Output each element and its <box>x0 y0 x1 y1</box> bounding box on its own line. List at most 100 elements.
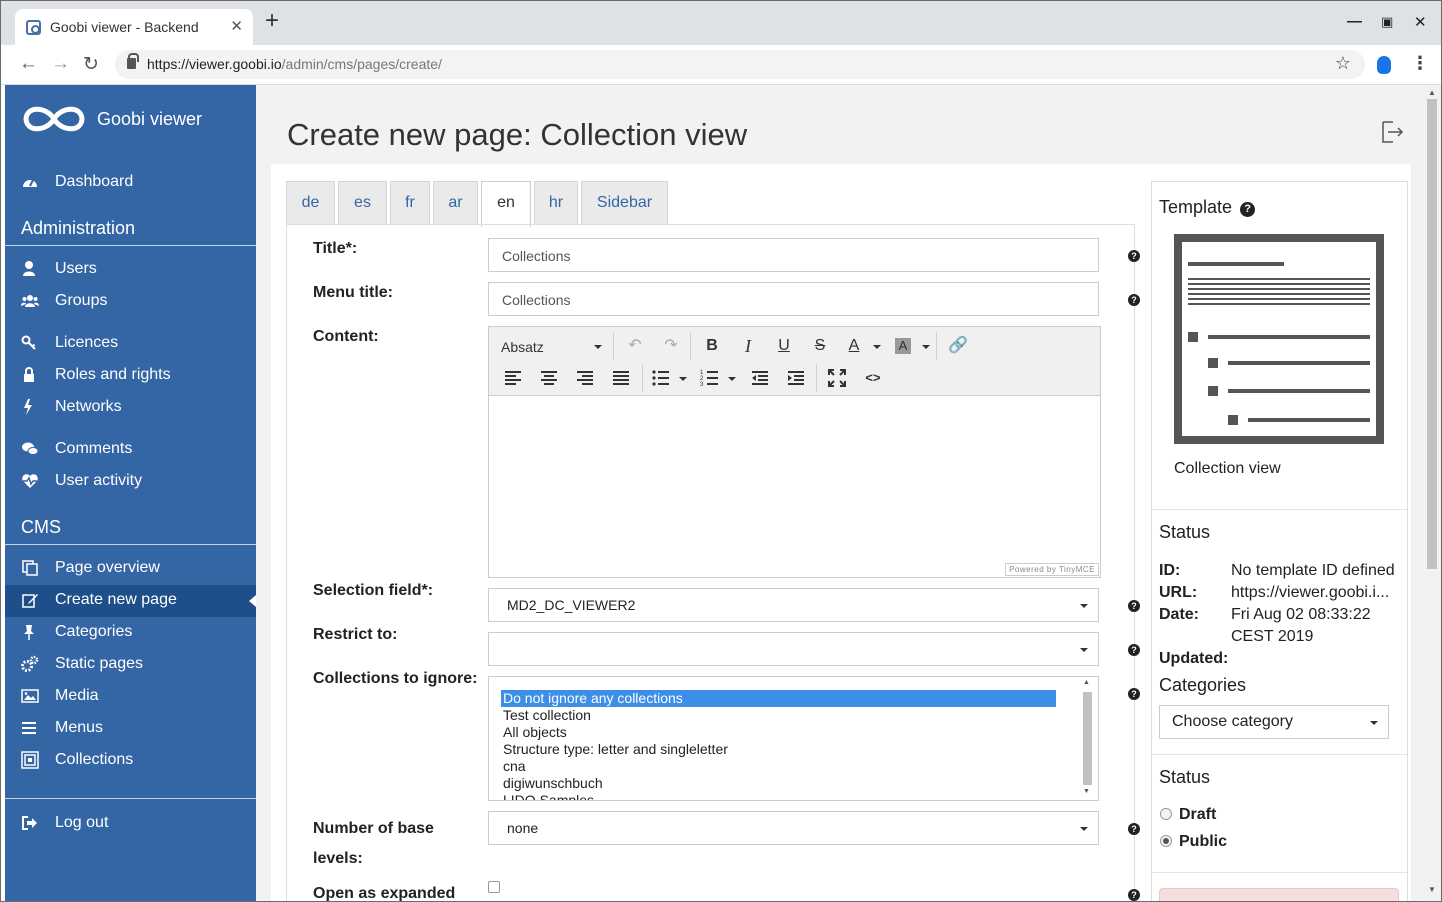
exit-fullscreen-icon[interactable] <box>1380 120 1404 144</box>
bullet-list-icon[interactable] <box>650 367 672 389</box>
link-icon[interactable]: 🔗 <box>947 335 969 357</box>
align-justify-icon[interactable] <box>610 367 632 389</box>
tab-de[interactable]: de <box>286 181 335 225</box>
sidebar-item-categories[interactable]: Categories <box>5 617 256 649</box>
title-help-icon[interactable]: ? <box>1128 250 1140 262</box>
expanded-help-icon[interactable]: ? <box>1128 889 1140 901</box>
close-window-icon[interactable]: ✕ <box>1414 13 1427 31</box>
ignore-help-icon[interactable]: ? <box>1128 688 1140 700</box>
scroll-up-icon[interactable]: ▲ <box>1428 88 1436 97</box>
page-scrollbar[interactable]: ▲ ▼ <box>1423 85 1441 901</box>
selection-field-select[interactable]: MD2_DC_VIEWER2 <box>488 588 1099 622</box>
sidebar-item-dashboard[interactable]: Dashboard <box>5 167 256 199</box>
list-item[interactable]: Do not ignore any collections <box>501 690 1056 707</box>
sidebar-item-user-activity[interactable]: User activity <box>5 466 256 498</box>
outdent-icon[interactable] <box>749 367 771 389</box>
text-color-icon[interactable]: A <box>843 335 865 357</box>
numbered-list-icon[interactable]: 123 <box>699 367 721 389</box>
tab-es[interactable]: es <box>338 181 387 225</box>
sidebar-item-page-overview[interactable]: Page overview <box>5 553 256 585</box>
forward-icon[interactable]: → <box>51 53 70 75</box>
tab-fr[interactable]: fr <box>390 181 430 225</box>
url-value[interactable]: https://viewer.goobi.i... <box>1231 584 1389 602</box>
strikethrough-icon[interactable]: S <box>809 335 831 357</box>
sidebar-item-collections[interactable]: Collections <box>5 745 256 777</box>
template-thumbnail[interactable] <box>1174 234 1384 444</box>
scroll-up-icon[interactable]: ▲ <box>1083 679 1090 686</box>
align-left-icon[interactable] <box>502 367 524 389</box>
address-bar[interactable]: https://viewer.goobi.io/admin/cms/pages/… <box>115 50 1365 79</box>
bold-icon[interactable]: B <box>701 335 723 357</box>
category-select[interactable]: Choose category <box>1159 705 1389 739</box>
scroll-down-icon[interactable]: ▼ <box>1428 885 1436 894</box>
close-tab-icon[interactable]: ✕ <box>230 17 243 35</box>
template-help-icon[interactable]: ? <box>1240 202 1256 217</box>
list-item[interactable]: Test collection <box>501 707 1056 724</box>
sidebar-item-roles-and-rights[interactable]: Roles and rights <box>5 360 256 392</box>
align-right-icon[interactable] <box>574 367 596 389</box>
undo-icon[interactable]: ↶ <box>624 335 646 357</box>
tab-sidebar[interactable]: Sidebar <box>581 181 668 225</box>
draft-radio[interactable] <box>1160 808 1172 820</box>
template-title: Template ? <box>1159 197 1256 218</box>
status-options-title: Status <box>1159 767 1211 787</box>
ignore-listbox[interactable]: Do not ignore any collections Test colle… <box>488 676 1099 801</box>
tab-ar[interactable]: ar <box>433 181 478 225</box>
bars-icon <box>22 722 36 734</box>
list-item[interactable]: cna <box>501 758 1056 775</box>
base-levels-help-icon[interactable]: ? <box>1128 823 1140 835</box>
menu-title-help-icon[interactable]: ? <box>1128 294 1140 306</box>
editor-body[interactable] <box>489 396 1100 577</box>
sidebar-item-media[interactable]: Media <box>5 681 256 713</box>
list-item[interactable]: digiwunschbuch <box>501 775 1056 792</box>
tab-en[interactable]: en <box>481 181 531 227</box>
reload-icon[interactable]: ↻ <box>83 53 99 76</box>
expanded-checkbox[interactable] <box>488 881 500 893</box>
lock-icon <box>24 367 34 382</box>
scroll-down-icon[interactable]: ▼ <box>1083 788 1090 795</box>
sidebar-divider <box>5 798 256 799</box>
powered-by-tinymce[interactable]: Powered by TinyMCE <box>1005 563 1099 576</box>
sidebar-item-licences[interactable]: Licences <box>5 328 256 360</box>
list-item[interactable]: LIDO Samples <box>501 792 1056 800</box>
listbox-scrollbar[interactable]: ▲ ▼ <box>1080 679 1094 798</box>
list-item[interactable]: Structure type: letter and singleletter <box>501 741 1056 758</box>
background-color-icon[interactable]: A <box>895 338 911 354</box>
minimize-icon[interactable]: — <box>1347 13 1362 30</box>
restrict-help-icon[interactable]: ? <box>1128 644 1140 656</box>
scrollbar-thumb[interactable] <box>1083 692 1092 785</box>
list-item[interactable]: All objects <box>501 724 1056 741</box>
sidebar-item-comments[interactable]: Comments <box>5 434 256 466</box>
align-center-icon[interactable] <box>538 367 560 389</box>
browser-menu-icon[interactable]: ⋮ <box>1411 53 1429 74</box>
sidebar-item-networks[interactable]: Networks <box>5 392 256 424</box>
extension-icon[interactable] <box>1377 56 1391 74</box>
bookmark-star-icon[interactable]: ☆ <box>1335 53 1351 74</box>
scrollbar-thumb[interactable] <box>1427 99 1437 569</box>
sidebar-item-log-out[interactable]: Log out <box>5 808 256 840</box>
browser-tab[interactable]: Goobi viewer - Backend ✕ <box>15 9 253 45</box>
public-radio[interactable] <box>1160 835 1172 847</box>
base-levels-select[interactable]: none <box>488 811 1099 845</box>
fullscreen-icon[interactable] <box>826 367 848 389</box>
sidebar-item-create-new-page[interactable]: Create new page <box>5 585 256 617</box>
back-icon[interactable]: ← <box>19 53 38 75</box>
maximize-icon[interactable]: ▣ <box>1381 14 1393 30</box>
redo-icon[interactable]: ↷ <box>660 335 682 357</box>
format-select[interactable]: Absatz <box>501 339 544 355</box>
restrict-select[interactable] <box>488 632 1099 666</box>
sidebar-item-users[interactable]: Users <box>5 254 256 286</box>
sidebar-item-groups[interactable]: Groups <box>5 286 256 318</box>
sidebar-item-static-pages[interactable]: Static pages <box>5 649 256 681</box>
title-input[interactable]: Collections <box>488 238 1099 272</box>
selection-field-help-icon[interactable]: ? <box>1128 600 1140 612</box>
source-code-icon[interactable]: <> <box>862 367 884 389</box>
tab-hr[interactable]: hr <box>534 181 578 225</box>
menu-title-input[interactable]: Collections <box>488 282 1099 316</box>
sidebar-item-menus[interactable]: Menus <box>5 713 256 745</box>
user-icon <box>23 261 35 276</box>
indent-icon[interactable] <box>785 367 807 389</box>
new-tab-icon[interactable]: + <box>265 9 279 33</box>
italic-icon[interactable]: I <box>737 335 759 357</box>
underline-icon[interactable]: U <box>773 335 795 357</box>
